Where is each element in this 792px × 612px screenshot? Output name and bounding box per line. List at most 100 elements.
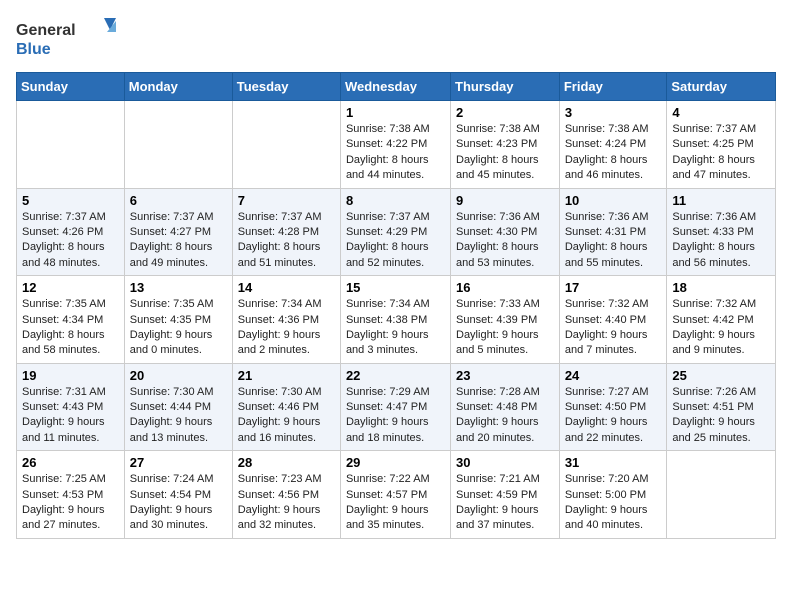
day-number: 9 — [456, 193, 554, 208]
svg-text:Blue: Blue — [16, 41, 51, 58]
day-info: Sunrise: 7:37 AM Sunset: 4:28 PM Dayligh… — [238, 210, 335, 272]
calendar-cell — [667, 451, 776, 539]
day-info: Sunrise: 7:23 AM Sunset: 4:56 PM Dayligh… — [238, 472, 335, 534]
day-info: Sunrise: 7:31 AM Sunset: 4:43 PM Dayligh… — [22, 385, 119, 447]
day-info: Sunrise: 7:36 AM Sunset: 4:33 PM Dayligh… — [672, 210, 770, 272]
day-number: 1 — [346, 105, 445, 120]
day-info: Sunrise: 7:26 AM Sunset: 4:51 PM Dayligh… — [672, 385, 770, 447]
day-info: Sunrise: 7:24 AM Sunset: 4:54 PM Dayligh… — [130, 472, 227, 534]
day-info: Sunrise: 7:30 AM Sunset: 4:44 PM Dayligh… — [130, 385, 227, 447]
calendar-cell: 11 Sunrise: 7:36 AM Sunset: 4:33 PM Dayli… — [667, 188, 776, 276]
header-day-thursday: Thursday — [451, 73, 560, 101]
day-info: Sunrise: 7:36 AM Sunset: 4:30 PM Dayligh… — [456, 210, 554, 272]
calendar-cell: 23 Sunrise: 7:28 AM Sunset: 4:48 PM Dayli… — [451, 363, 560, 451]
calendar-cell: 22 Sunrise: 7:29 AM Sunset: 4:47 PM Dayli… — [340, 363, 450, 451]
header-day-monday: Monday — [124, 73, 232, 101]
calendar-cell: 9 Sunrise: 7:36 AM Sunset: 4:30 PM Daylig… — [451, 188, 560, 276]
day-info: Sunrise: 7:37 AM Sunset: 4:25 PM Dayligh… — [672, 122, 770, 184]
calendar-cell: 31 Sunrise: 7:20 AM Sunset: 5:00 PM Dayli… — [559, 451, 667, 539]
day-info: Sunrise: 7:38 AM Sunset: 4:23 PM Dayligh… — [456, 122, 554, 184]
calendar-cell: 12 Sunrise: 7:35 AM Sunset: 4:34 PM Dayli… — [17, 276, 125, 364]
calendar-cell: 17 Sunrise: 7:32 AM Sunset: 4:40 PM Dayli… — [559, 276, 667, 364]
calendar-cell: 27 Sunrise: 7:24 AM Sunset: 4:54 PM Dayli… — [124, 451, 232, 539]
day-number: 10 — [565, 193, 662, 208]
header-day-wednesday: Wednesday — [340, 73, 450, 101]
calendar-cell: 29 Sunrise: 7:22 AM Sunset: 4:57 PM Dayli… — [340, 451, 450, 539]
day-info: Sunrise: 7:22 AM Sunset: 4:57 PM Dayligh… — [346, 472, 445, 534]
day-number: 17 — [565, 280, 662, 295]
calendar-cell: 21Sunrise: 7:30 AM Sunset: 4:46 PM Dayli… — [232, 363, 340, 451]
day-number: 23 — [456, 368, 554, 383]
day-info: Sunrise: 7:38 AM Sunset: 4:24 PM Dayligh… — [565, 122, 662, 184]
header-day-sunday: Sunday — [17, 73, 125, 101]
logo-svg: General Blue — [16, 16, 116, 60]
calendar-cell: 18 Sunrise: 7:32 AM Sunset: 4:42 PM Dayli… — [667, 276, 776, 364]
header-day-friday: Friday — [559, 73, 667, 101]
day-info: Sunrise: 7:33 AM Sunset: 4:39 PM Dayligh… — [456, 297, 554, 359]
day-number: 7 — [238, 193, 335, 208]
day-info: Sunrise: 7:36 AM Sunset: 4:31 PM Dayligh… — [565, 210, 662, 272]
header-day-tuesday: Tuesday — [232, 73, 340, 101]
calendar-cell: 3Sunrise: 7:38 AM Sunset: 4:24 PM Daylig… — [559, 101, 667, 189]
day-number: 4 — [672, 105, 770, 120]
day-info: Sunrise: 7:34 AM Sunset: 4:38 PM Dayligh… — [346, 297, 445, 359]
calendar-cell: 6Sunrise: 7:37 AM Sunset: 4:27 PM Daylig… — [124, 188, 232, 276]
day-number: 8 — [346, 193, 445, 208]
day-number: 16 — [456, 280, 554, 295]
calendar-week-row: 26 Sunrise: 7:25 AM Sunset: 4:53 PM Dayli… — [17, 451, 776, 539]
svg-text:General: General — [16, 22, 76, 39]
day-info: Sunrise: 7:29 AM Sunset: 4:47 PM Dayligh… — [346, 385, 445, 447]
calendar-cell: 30Sunrise: 7:21 AM Sunset: 4:59 PM Dayli… — [451, 451, 560, 539]
calendar-cell: 7 Sunrise: 7:37 AM Sunset: 4:28 PM Daylig… — [232, 188, 340, 276]
calendar-week-row: 5Sunrise: 7:37 AM Sunset: 4:26 PM Daylig… — [17, 188, 776, 276]
calendar-cell — [232, 101, 340, 189]
calendar-table: SundayMondayTuesdayWednesdayThursdayFrid… — [16, 72, 776, 539]
day-number: 12 — [22, 280, 119, 295]
day-info: Sunrise: 7:32 AM Sunset: 4:40 PM Dayligh… — [565, 297, 662, 359]
day-number: 11 — [672, 193, 770, 208]
day-number: 2 — [456, 105, 554, 120]
day-number: 31 — [565, 455, 662, 470]
day-info: Sunrise: 7:25 AM Sunset: 4:53 PM Dayligh… — [22, 472, 119, 534]
calendar-cell: 14 Sunrise: 7:34 AM Sunset: 4:36 PM Dayli… — [232, 276, 340, 364]
logo: General Blue — [16, 16, 116, 60]
calendar-cell: 10 Sunrise: 7:36 AM Sunset: 4:31 PM Dayli… — [559, 188, 667, 276]
header: General Blue — [16, 16, 776, 60]
day-info: Sunrise: 7:27 AM Sunset: 4:50 PM Dayligh… — [565, 385, 662, 447]
day-number: 19 — [22, 368, 119, 383]
day-info: Sunrise: 7:21 AM Sunset: 4:59 PM Dayligh… — [456, 472, 554, 534]
day-info: Sunrise: 7:34 AM Sunset: 4:36 PM Dayligh… — [238, 297, 335, 359]
calendar-cell: 2 Sunrise: 7:38 AM Sunset: 4:23 PM Daylig… — [451, 101, 560, 189]
day-number: 28 — [238, 455, 335, 470]
header-day-saturday: Saturday — [667, 73, 776, 101]
day-info: Sunrise: 7:35 AM Sunset: 4:34 PM Dayligh… — [22, 297, 119, 359]
day-number: 14 — [238, 280, 335, 295]
calendar-cell: 16 Sunrise: 7:33 AM Sunset: 4:39 PM Dayli… — [451, 276, 560, 364]
day-info: Sunrise: 7:20 AM Sunset: 5:00 PM Dayligh… — [565, 472, 662, 534]
day-info: Sunrise: 7:30 AM Sunset: 4:46 PM Dayligh… — [238, 385, 335, 447]
day-number: 5 — [22, 193, 119, 208]
day-info: Sunrise: 7:38 AM Sunset: 4:22 PM Dayligh… — [346, 122, 445, 184]
day-number: 24 — [565, 368, 662, 383]
day-number: 6 — [130, 193, 227, 208]
day-number: 22 — [346, 368, 445, 383]
calendar-cell: 19 Sunrise: 7:31 AM Sunset: 4:43 PM Dayli… — [17, 363, 125, 451]
day-number: 26 — [22, 455, 119, 470]
calendar-week-row: 12 Sunrise: 7:35 AM Sunset: 4:34 PM Dayli… — [17, 276, 776, 364]
day-number: 29 — [346, 455, 445, 470]
calendar-cell — [17, 101, 125, 189]
day-info: Sunrise: 7:35 AM Sunset: 4:35 PM Dayligh… — [130, 297, 227, 359]
calendar-cell: 20Sunrise: 7:30 AM Sunset: 4:44 PM Dayli… — [124, 363, 232, 451]
calendar-cell: 15Sunrise: 7:34 AM Sunset: 4:38 PM Dayli… — [340, 276, 450, 364]
day-info: Sunrise: 7:37 AM Sunset: 4:29 PM Dayligh… — [346, 210, 445, 272]
day-info: Sunrise: 7:32 AM Sunset: 4:42 PM Dayligh… — [672, 297, 770, 359]
calendar-cell: 24 Sunrise: 7:27 AM Sunset: 4:50 PM Dayli… — [559, 363, 667, 451]
calendar-header-row: SundayMondayTuesdayWednesdayThursdayFrid… — [17, 73, 776, 101]
calendar-cell: 4 Sunrise: 7:37 AM Sunset: 4:25 PM Daylig… — [667, 101, 776, 189]
day-info: Sunrise: 7:28 AM Sunset: 4:48 PM Dayligh… — [456, 385, 554, 447]
calendar-week-row: 1 Sunrise: 7:38 AM Sunset: 4:22 PM Daylig… — [17, 101, 776, 189]
day-number: 27 — [130, 455, 227, 470]
calendar-cell: 25Sunrise: 7:26 AM Sunset: 4:51 PM Dayli… — [667, 363, 776, 451]
calendar-cell: 13Sunrise: 7:35 AM Sunset: 4:35 PM Dayli… — [124, 276, 232, 364]
day-number: 18 — [672, 280, 770, 295]
